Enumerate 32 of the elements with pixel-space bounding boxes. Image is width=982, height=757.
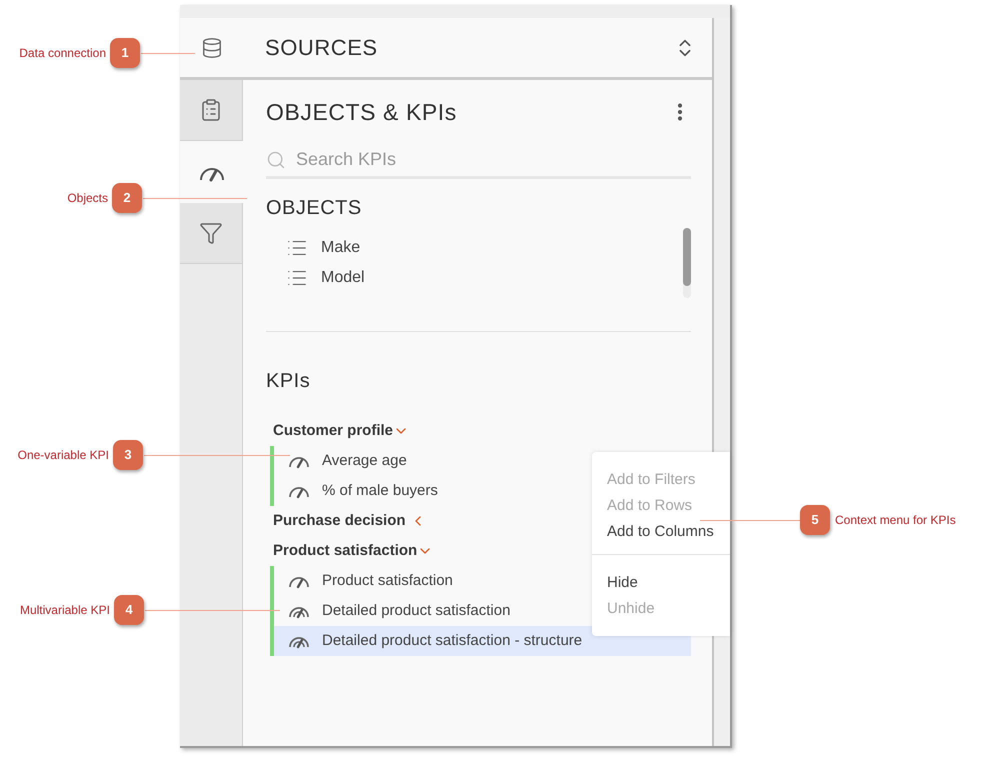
- kpi-group-header[interactable]: Product satisfaction: [266, 536, 434, 566]
- objects-heading: OBJECTS: [266, 196, 363, 221]
- sidebar-tab[interactable]: [180, 80, 242, 141]
- callout-label: Data connection: [19, 45, 106, 62]
- panel-title: OBJECTS & KPIs: [266, 98, 457, 127]
- database-icon: [200, 36, 222, 58]
- menu-item[interactable]: Add to Columns: [592, 519, 730, 545]
- callout-number: 2: [112, 183, 142, 213]
- filter-icon: [199, 221, 223, 245]
- callout-number: 3: [113, 440, 143, 470]
- kpi-group-header[interactable]: Purchase decision: [266, 506, 426, 536]
- scrollbar[interactable]: [683, 228, 691, 298]
- callout-label: Context menu for KPIs: [835, 512, 956, 529]
- callout-label: One-variable KPI: [18, 447, 109, 464]
- object-item[interactable]: Model: [266, 263, 683, 293]
- kpi-item[interactable]: Detailed product satisfaction - structure: [274, 626, 691, 656]
- callout-number: 4: [114, 595, 144, 625]
- sources-title: SOURCES: [265, 34, 378, 62]
- group-indicator-bar: [270, 446, 274, 506]
- kpis-heading: KPIs: [266, 369, 312, 394]
- object-item[interactable]: Make: [266, 233, 683, 263]
- menu-item[interactable]: Hide: [592, 570, 730, 596]
- search-field[interactable]: Search KPIs: [296, 146, 691, 173]
- sidebar-tab[interactable]: [180, 141, 243, 203]
- leader-line: [141, 53, 195, 54]
- callout-number: 5: [800, 505, 830, 535]
- callout-label: Objects: [67, 190, 108, 207]
- callout-number: 1: [110, 38, 140, 68]
- kpi-group-header[interactable]: Customer profile: [266, 416, 410, 446]
- search-icon: [266, 150, 286, 170]
- callout-label: Multivariable KPI: [20, 602, 110, 619]
- sources-header[interactable]: SOURCES: [180, 18, 712, 80]
